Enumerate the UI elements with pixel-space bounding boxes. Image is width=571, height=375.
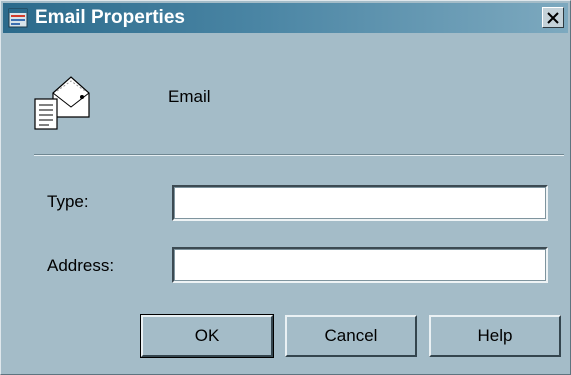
email-properties-dialog: Email Properties Email Type: Address: OK… — [0, 0, 571, 375]
ok-button[interactable]: OK — [140, 314, 274, 358]
address-label: Address: — [47, 256, 115, 275]
address-input[interactable] — [172, 247, 548, 283]
title-bar[interactable]: Email Properties — [3, 3, 568, 33]
header-label: Email — [168, 87, 211, 106]
type-label: Type: — [47, 192, 89, 211]
type-input[interactable] — [172, 185, 548, 221]
close-button[interactable] — [542, 7, 564, 28]
close-icon — [547, 11, 559, 24]
separator — [34, 154, 564, 156]
email-envelope-icon — [31, 69, 101, 133]
window-title: Email Properties — [35, 7, 185, 28]
cancel-button[interactable]: Cancel — [285, 315, 417, 357]
properties-icon — [8, 8, 28, 28]
help-button[interactable]: Help — [429, 315, 561, 357]
